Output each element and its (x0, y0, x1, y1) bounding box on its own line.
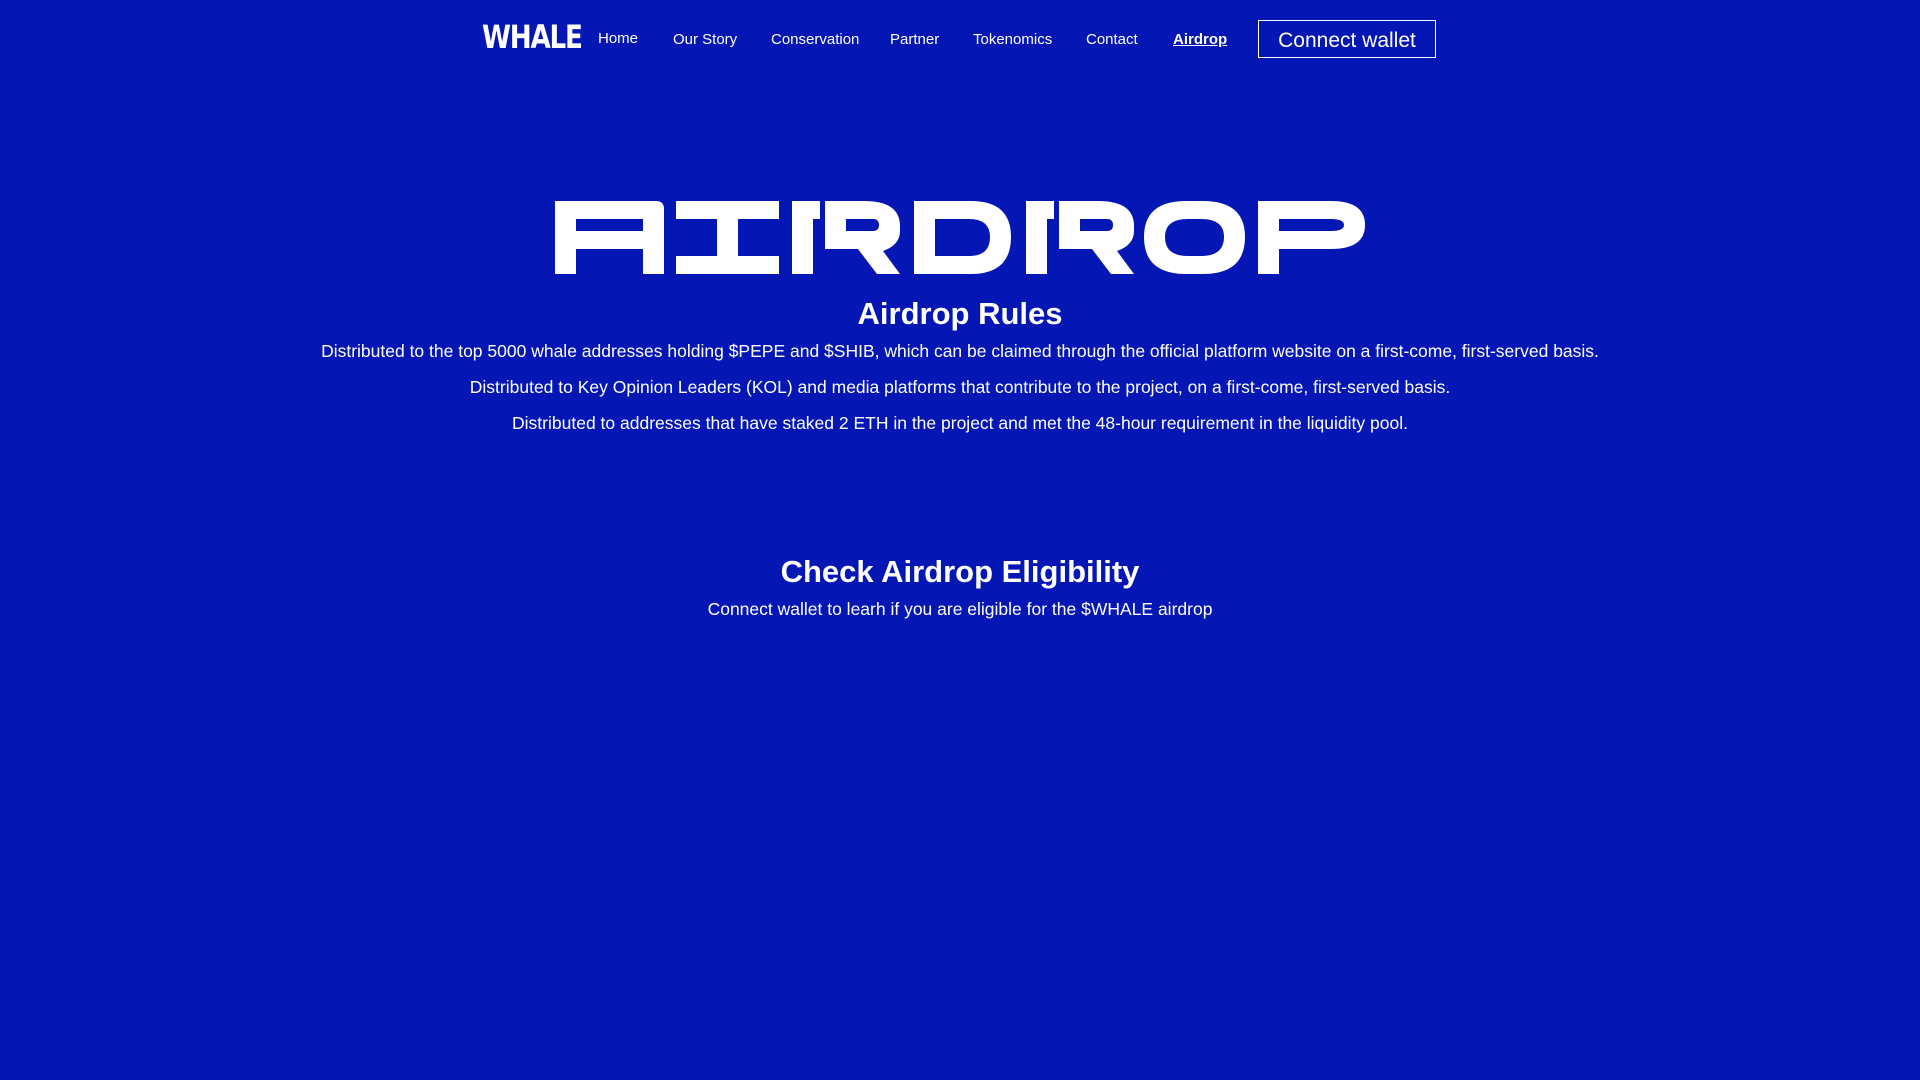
eligibility-subtitle: Connect wallet to learh if you are eligi… (707, 599, 1213, 619)
whale-logo[interactable]: WHALE (482, 17, 583, 57)
nav-link-tokenomics[interactable]: Tokenomics (973, 28, 1052, 52)
nav-link-our-story[interactable]: Our Story (673, 28, 737, 52)
eligibility-title: Check Airdrop Eligibility (780, 554, 1140, 589)
nav-link-conservation[interactable]: Conservation (771, 28, 859, 52)
airdrop-hero-wordmark: AIRDROP (555, 195, 1365, 275)
nav-link-contact[interactable]: Contact (1086, 28, 1138, 52)
connect-wallet-button[interactable]: Connect wallet (1258, 20, 1436, 58)
nav-link-airdrop[interactable]: Airdrop (1173, 28, 1227, 52)
rule-item-3: Distributed to addresses that have stake… (512, 413, 1408, 433)
rule-item-2: Distributed to Key Opinion Leaders (KOL)… (469, 377, 1451, 397)
nav-link-partner[interactable]: Partner (890, 28, 939, 52)
airdrop-wordmark-graphic (555, 201, 1365, 274)
top-navigation: WHALE Home Our Story Conservation Partne… (0, 0, 1920, 80)
rule-item-1: Distributed to the top 5000 whale addres… (321, 341, 1599, 361)
airdrop-rules-title: Airdrop Rules (857, 296, 1063, 331)
airdrop-wordmark-text: AIRDROP (555, 275, 556, 276)
nav-link-home[interactable]: Home (598, 27, 638, 51)
